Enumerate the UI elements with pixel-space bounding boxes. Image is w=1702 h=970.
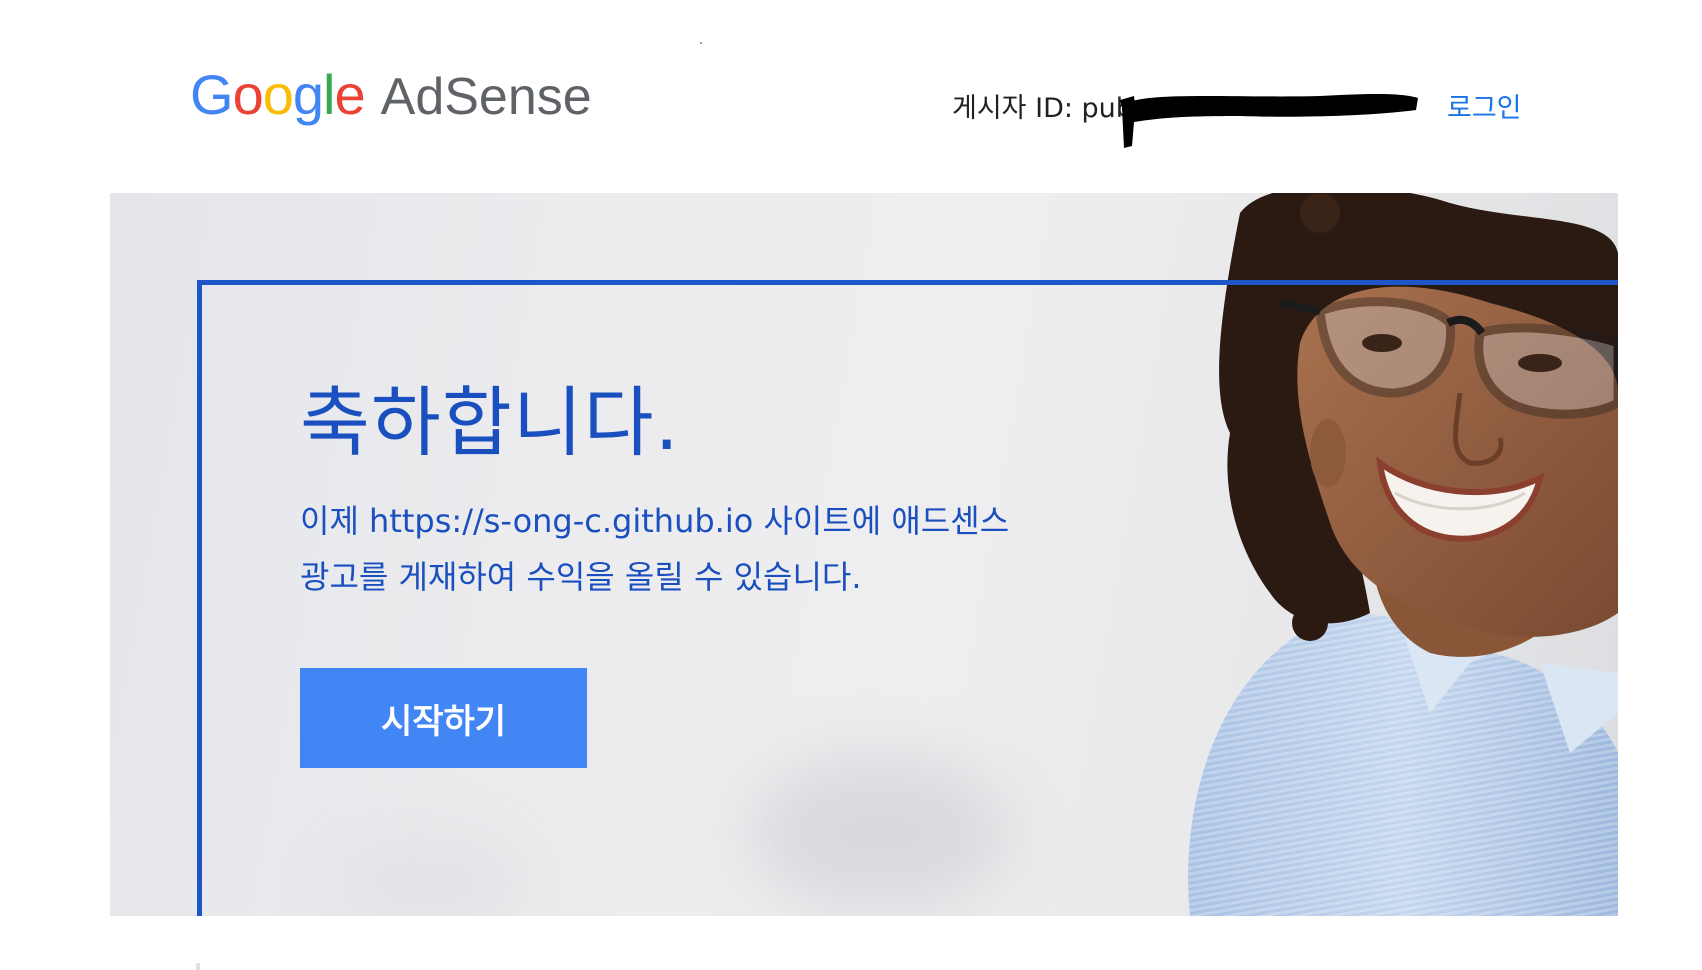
divider-mark [196, 963, 200, 970]
redaction-marker [1120, 94, 1418, 148]
logo-letter: e [334, 63, 365, 126]
logo-letter: g [292, 63, 324, 126]
logo-letter: o [262, 63, 294, 126]
approval-message: 이제 https://s-ong-c.github.io 사이트에 애드센스 광… [300, 502, 1010, 596]
frame-border-top [197, 280, 1618, 285]
login-link[interactable]: 로그인 [1447, 86, 1522, 125]
stray-dot [700, 42, 702, 44]
frame-border-left [197, 280, 202, 916]
congratulations-title: 축하합니다. [300, 378, 680, 467]
background-blur [750, 753, 1010, 913]
publisher-id: 게시자 ID: pub- [952, 86, 1143, 125]
get-started-button[interactable]: 시작하기 [300, 668, 587, 768]
background-blur [330, 833, 530, 916]
logo-letter: l [323, 63, 335, 126]
logo-letter: G [190, 63, 234, 126]
woman-portrait-image [1188, 193, 1618, 916]
publisher-id-label: 게시자 ID: pub- [952, 93, 1143, 124]
hero-banner: 축하합니다. 이제 https://s-ong-c.github.io 사이트에… [110, 193, 1618, 916]
product-name: AdSense [380, 68, 592, 126]
google-adsense-logo[interactable]: Google AdSense [190, 62, 592, 127]
header: Google AdSense 게시자 ID: pub- 로그인 [0, 0, 1702, 190]
logo-letter: o [232, 63, 264, 126]
google-wordmark: Google [190, 62, 366, 127]
